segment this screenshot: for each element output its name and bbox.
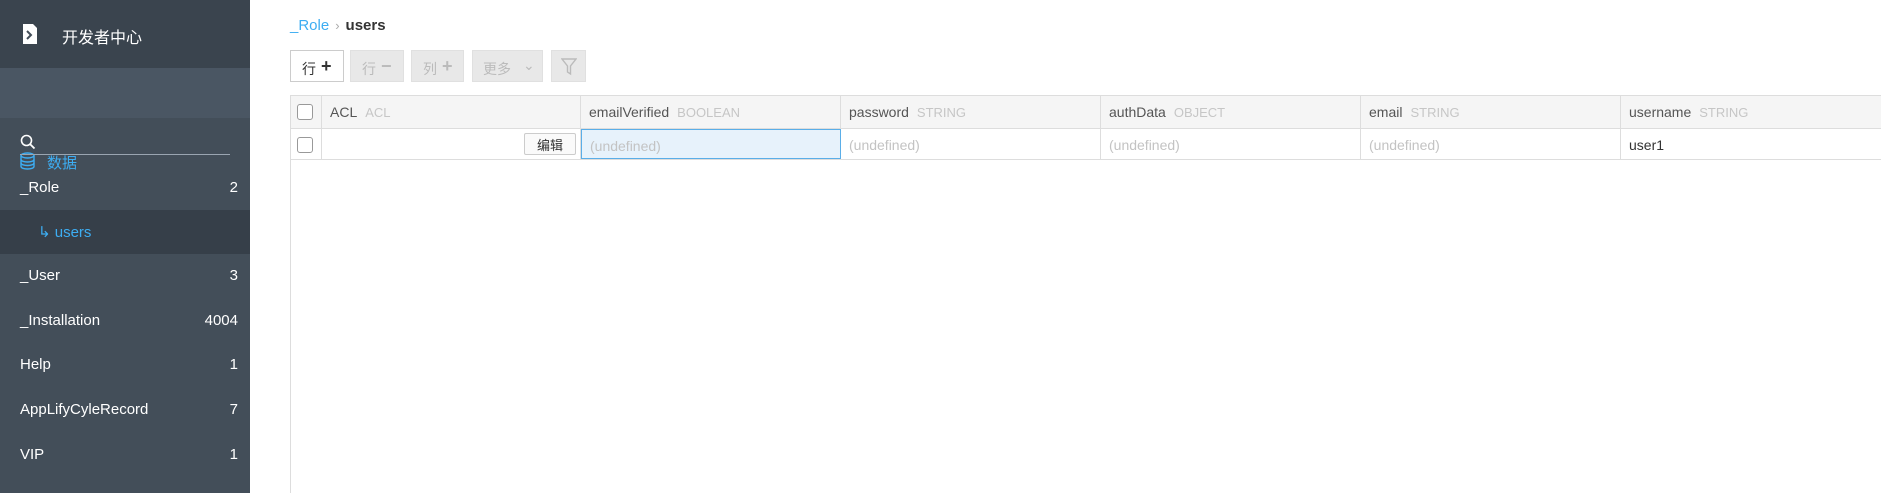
sidebar-item-count: 4004: [204, 312, 238, 329]
sidebar: 开发者中心 数据 _Role 2 ↳ users _User 3 _Instal…: [0, 0, 250, 493]
column-type: STRING: [916, 105, 967, 120]
column-type: OBJECT: [1173, 105, 1226, 120]
sidebar-item-label: _Role: [20, 179, 60, 196]
sidebar-item-label: _Installation: [20, 312, 101, 329]
column-name: username: [1629, 104, 1692, 120]
row-checkbox[interactable]: [297, 137, 313, 153]
delete-row-label: 行: [362, 61, 376, 77]
column-name: emailVerified: [589, 104, 670, 120]
add-column-label: 列: [423, 61, 437, 77]
sidebar-item-label: _User: [20, 267, 61, 284]
app-title: 开发者中心: [62, 30, 143, 47]
cell-email[interactable]: (undefined): [1361, 129, 1621, 159]
select-all-checkbox[interactable]: [297, 104, 313, 120]
minus-icon: −: [381, 56, 392, 76]
add-column-button[interactable]: 列 +: [411, 50, 464, 82]
column-name: password: [849, 104, 909, 120]
column-header-emailverified[interactable]: emailVerified BOOLEAN: [581, 96, 841, 128]
cell-value: (undefined): [1369, 137, 1440, 153]
sidebar-item-applifycylerecord[interactable]: AppLifyCyleRecord 7: [0, 388, 250, 432]
cell-value: (undefined): [590, 138, 661, 154]
add-row-button[interactable]: 行 +: [290, 50, 344, 82]
edit-acl-button[interactable]: 编辑: [524, 133, 576, 155]
column-header-email[interactable]: email STRING: [1361, 96, 1621, 128]
breadcrumb-separator-icon: ›: [335, 18, 340, 33]
sidebar-header: 开发者中心: [0, 0, 250, 68]
breadcrumb-parent-link[interactable]: _Role: [290, 17, 329, 34]
table-row: 编辑 (undefined) (undefined) (undefined) (…: [291, 129, 1881, 160]
breadcrumb-current: users: [345, 17, 386, 34]
app-logo-icon: [23, 24, 37, 44]
column-header-password[interactable]: password STRING: [841, 96, 1101, 128]
column-header-authdata[interactable]: authData OBJECT: [1101, 96, 1361, 128]
column-name: email: [1369, 104, 1403, 120]
chevron-down-icon: ⌄: [523, 57, 535, 73]
sidebar-item-role[interactable]: _Role 2: [0, 166, 250, 210]
data-grid: ACL ACL emailVerified BOOLEAN password STRI…: [290, 95, 1881, 493]
sidebar-item-count: 1: [229, 446, 238, 463]
cell-value: (undefined): [1109, 137, 1180, 153]
header-select-cell: [291, 96, 322, 128]
more-dropdown-button[interactable]: 更多 ⌄: [472, 50, 543, 82]
column-header-username[interactable]: username STRING: [1621, 96, 1881, 128]
filter-button[interactable]: [551, 50, 586, 82]
column-name: authData: [1109, 104, 1166, 120]
sidebar-item-help[interactable]: Help 1: [0, 343, 250, 387]
add-row-label: 行: [302, 61, 316, 77]
cell-acl[interactable]: 编辑: [322, 129, 581, 159]
sidebar-item-installation[interactable]: _Installation 4004: [0, 299, 250, 343]
column-type: STRING: [1410, 105, 1460, 120]
sidebar-item-label: Help: [20, 356, 51, 373]
sidebar-item-vip[interactable]: VIP 1: [0, 433, 250, 477]
column-name: ACL: [330, 104, 358, 120]
plus-icon: +: [442, 56, 453, 76]
more-label: 更多: [483, 61, 511, 77]
cell-username[interactable]: user1: [1621, 129, 1881, 159]
row-select-cell: [291, 129, 322, 159]
sidebar-subitem-users[interactable]: ↳ users: [0, 210, 250, 254]
cell-authdata[interactable]: (undefined): [1101, 129, 1361, 159]
cell-value: (undefined): [849, 137, 920, 153]
sidebar-item-data[interactable]: 数据: [0, 68, 250, 172]
sidebar-item-count: 2: [229, 179, 238, 196]
column-type: STRING: [1699, 105, 1749, 120]
cell-emailverified[interactable]: (undefined): [581, 129, 841, 159]
delete-row-button[interactable]: 行 −: [350, 50, 404, 82]
class-search-input[interactable]: [42, 132, 228, 152]
sidebar-item-user[interactable]: _User 3: [0, 254, 250, 298]
sidebar-item-count: 7: [229, 401, 238, 418]
sidebar-item-label: AppLifyCyleRecord: [20, 401, 149, 418]
cell-password[interactable]: (undefined): [841, 129, 1101, 159]
search-icon: [20, 134, 36, 150]
plus-icon: +: [321, 56, 332, 76]
column-type: ACL: [365, 105, 391, 120]
filter-icon: [561, 58, 577, 76]
sidebar-item-count: 1: [229, 356, 238, 373]
breadcrumb: _Role › users: [290, 17, 386, 34]
column-header-acl[interactable]: ACL ACL: [322, 96, 581, 128]
sidebar-item-count: 3: [229, 267, 238, 284]
cell-value: user1: [1629, 137, 1665, 153]
search-underline: [20, 154, 230, 155]
column-type: BOOLEAN: [677, 105, 741, 120]
sidebar-item-label: VIP: [20, 446, 45, 463]
sidebar-item-label: ↳ users: [38, 224, 92, 241]
grid-header-row: ACL ACL emailVerified BOOLEAN password STRI…: [291, 96, 1881, 129]
